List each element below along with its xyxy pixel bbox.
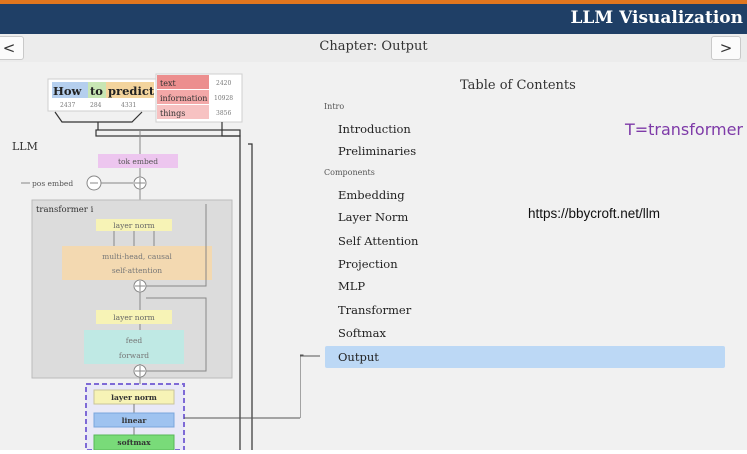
toc-item-softmax[interactable]: Softmax (325, 323, 725, 343)
toc-item-output[interactable]: Output (325, 346, 725, 368)
llm-diagram-svg: How to predict 2437 284 4331 text inform… (12, 73, 300, 451)
toc-item-mlp[interactable]: MLP (325, 276, 725, 296)
prediction-word: information (160, 94, 207, 103)
output-connector-line (300, 354, 320, 418)
llm-diagram[interactable]: How to predict 2437 284 4331 text inform… (0, 62, 300, 451)
toc-item-projection[interactable]: Projection (325, 254, 725, 274)
app-header: LLM Visualization (0, 0, 747, 34)
layer-norm-1-label: layer norm (113, 221, 155, 230)
chevron-right-icon: > (719, 39, 733, 57)
feed-forward-label: forward (119, 351, 149, 360)
toc-item-layer-norm[interactable]: Layer Norm (325, 207, 725, 227)
token-id: 284 (90, 102, 102, 109)
feed-forward-label: feed (126, 336, 143, 345)
output-linear-label: linear (122, 416, 148, 425)
input-brace (54, 111, 143, 130)
prediction-word: text (160, 79, 176, 88)
llm-top-rail (95, 129, 241, 137)
transformer-label: transformer i (36, 205, 94, 215)
tok-embed-label: tok embed (118, 157, 158, 166)
chapter-title: Chapter: Output (319, 39, 428, 54)
toc-title: Table of Contents (460, 78, 576, 93)
llm-label: LLM (12, 140, 38, 153)
toc-item-preliminaries[interactable]: Preliminaries (325, 141, 725, 161)
layer-norm-2-label: layer norm (113, 313, 155, 322)
self-attention-label: multi-head, causal (102, 252, 172, 261)
prediction-id: 10928 (214, 95, 233, 102)
app-title: LLM Visualization (570, 8, 743, 28)
toc-section-components: Components (324, 168, 375, 177)
next-chapter-button[interactable]: > (711, 36, 741, 60)
token-word: predict (108, 84, 155, 98)
transformer-annotation: T=transformer (624, 120, 743, 139)
prediction-id: 2420 (216, 80, 231, 87)
prediction-word: things (160, 109, 185, 118)
toc-item-embedding[interactable]: Embedding (325, 185, 725, 205)
token-word: How (53, 84, 83, 98)
toc-item-self-attention[interactable]: Self Attention (325, 231, 725, 251)
toc-item-transformer[interactable]: Transformer (325, 300, 725, 320)
output-softmax-label: softmax (117, 438, 151, 447)
self-attention-label: self-attention (112, 266, 162, 275)
token-id: 4331 (121, 102, 136, 109)
main-content: How to predict 2437 284 4331 text inform… (0, 62, 747, 451)
output-side-line (248, 143, 253, 450)
prediction-id: 3856 (216, 110, 231, 117)
output-layer-norm-label: layer norm (111, 393, 157, 402)
chapter-nav-bar: < Chapter: Output > (0, 34, 747, 63)
toc-section-intro: Intro (324, 102, 345, 111)
pos-embed-label: pos embed (32, 179, 73, 188)
token-id: 2437 (60, 102, 75, 109)
token-word: to (90, 84, 103, 98)
source-url-annotation: https://bbycroft.net/llm (528, 206, 661, 221)
